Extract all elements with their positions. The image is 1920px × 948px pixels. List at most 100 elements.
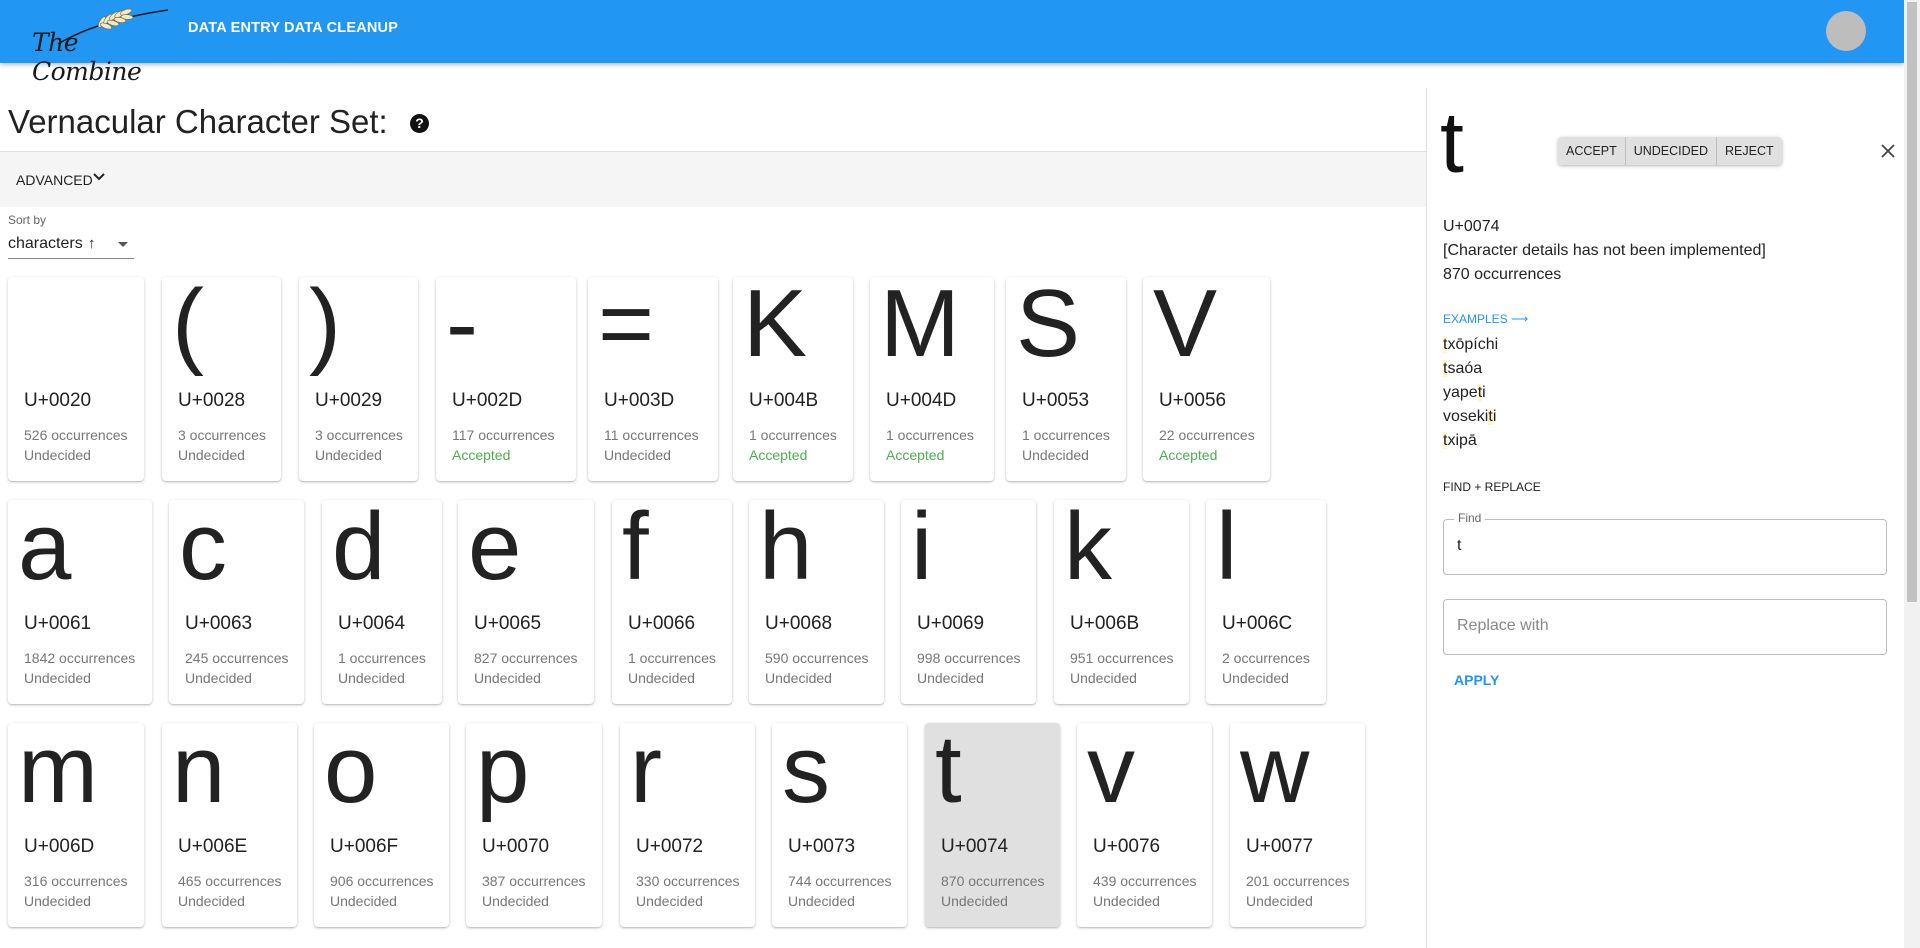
card-code: U+0066 (628, 613, 696, 634)
replace-input[interactable] (1457, 617, 1867, 635)
app-logo[interactable]: The Combine (28, 4, 176, 86)
card-status: Undecided (636, 893, 703, 909)
character-card[interactable]: m U+006D 316 occurrences Undecided (8, 723, 144, 927)
close-icon[interactable] (1880, 143, 1896, 159)
card-character: v (1087, 723, 1135, 823)
character-card[interactable]: S U+0053 1 occurrences Undecided (1006, 277, 1126, 481)
chevron-down-icon[interactable] (92, 170, 106, 184)
card-code: U+0053 (1022, 390, 1090, 411)
character-card[interactable]: p U+0070 387 occurrences Undecided (466, 723, 602, 927)
nav-data-entry[interactable]: DATA ENTRY (188, 20, 280, 36)
card-character: l (1216, 500, 1238, 600)
card-status: Undecided (628, 670, 695, 686)
advanced-panel: ADVANCED (0, 151, 1426, 207)
character-card[interactable]: t U+0074 870 occurrences Undecided (925, 723, 1060, 927)
find-replace-title: FIND + REPLACE (1443, 480, 1541, 494)
examples-link[interactable]: EXAMPLES ⟶ (1443, 312, 1528, 326)
character-card[interactable]: c U+0063 245 occurrences Undecided (169, 500, 304, 704)
character-card[interactable]: o U+006F 906 occurrences Undecided (314, 723, 449, 927)
character-card[interactable]: k U+006B 951 occurrences Undecided (1054, 500, 1189, 704)
sort-by-label: Sort by (8, 213, 47, 227)
card-status: Undecided (941, 893, 1008, 909)
user-avatar[interactable] (1826, 11, 1866, 51)
character-card[interactable]: n U+006E 465 occurrences Undecided (162, 723, 297, 927)
apply-button[interactable]: APPLY (1454, 672, 1499, 688)
card-occurrences: 1842 occurrences (24, 650, 136, 666)
card-character: a (18, 500, 72, 600)
card-occurrences: 387 occurrences (482, 873, 586, 889)
card-code: U+0029 (315, 390, 383, 411)
character-card[interactable]: a U+0061 1842 occurrences Undecided (8, 500, 152, 704)
undecided-button[interactable]: UNDECIDED (1625, 137, 1718, 165)
app-bar: The Combine DATA ENTRY DATA CLEANUP (0, 0, 1904, 86)
character-card[interactable]: = U+003D 11 occurrences Undecided (588, 277, 718, 481)
logo-text: The Combine (32, 28, 142, 86)
card-status: Undecided (1070, 670, 1137, 686)
replace-field (1443, 599, 1887, 655)
character-card[interactable]: l U+006C 2 occurrences Undecided (1206, 500, 1326, 704)
help-icon[interactable]: ? (410, 114, 429, 133)
card-status: Undecided (474, 670, 541, 686)
card-character: d (332, 500, 386, 600)
example-word: txōpíchi (1443, 336, 1499, 353)
card-occurrences: 1 occurrences (1022, 427, 1110, 443)
find-input[interactable] (1457, 537, 1867, 555)
character-card[interactable]: s U+0073 744 occurrences Undecided (772, 723, 907, 927)
card-occurrences: 2 occurrences (1222, 650, 1310, 666)
card-code: U+0069 (917, 613, 985, 634)
nav-data-cleanup[interactable]: DATA CLEANUP (284, 20, 398, 36)
scrollbar-thumb[interactable] (1907, 2, 1917, 602)
character-count: 870 occurrences (1443, 266, 1562, 283)
card-occurrences: 201 occurrences (1246, 873, 1350, 889)
card-code: U+0065 (474, 613, 542, 634)
card-code: U+004B (749, 390, 819, 411)
card-code: U+006B (1070, 613, 1140, 634)
card-status: Accepted (452, 447, 511, 463)
card-occurrences: 117 occurrences (452, 427, 555, 443)
character-card[interactable]: V U+0056 22 occurrences Accepted (1143, 277, 1270, 481)
character-card[interactable]: M U+004D 1 occurrences Accepted (870, 277, 994, 481)
character-card[interactable]: U+0020 526 occurrences Undecided (8, 277, 144, 481)
card-code: U+006E (178, 836, 248, 857)
card-character: S (1016, 277, 1081, 377)
card-status: Accepted (886, 447, 945, 463)
character-card[interactable]: d U+0064 1 occurrences Undecided (322, 500, 442, 704)
character-card[interactable]: v U+0076 439 occurrences Undecided (1077, 723, 1212, 927)
card-character: V (1153, 277, 1218, 377)
card-occurrences: 330 occurrences (636, 873, 740, 889)
card-code: U+0073 (788, 836, 856, 857)
example-highlight: t (1443, 360, 1448, 377)
character-card[interactable]: K U+004B 1 occurrences Accepted (733, 277, 853, 481)
accept-button[interactable]: ACCEPT (1558, 137, 1626, 165)
card-character: o (324, 723, 378, 823)
card-occurrences: 1 occurrences (338, 650, 426, 666)
character-card[interactable]: r U+0072 330 occurrences Undecided (620, 723, 755, 927)
character-card[interactable]: w U+0077 201 occurrences Undecided (1230, 723, 1365, 927)
character-card[interactable]: (U+0028 3 occurrences Undecided (162, 277, 281, 481)
reject-button[interactable]: REJECT (1717, 137, 1782, 165)
card-character: = (598, 277, 655, 377)
character-card[interactable]: i U+0069 998 occurrences Undecided (901, 500, 1036, 704)
advanced-toggle[interactable]: ADVANCED (16, 172, 93, 188)
character-card[interactable]: h U+0068 590 occurrences Undecided (749, 500, 884, 704)
sort-select[interactable]: characters ↑ (8, 232, 134, 259)
card-occurrences: 1 occurrences (628, 650, 716, 666)
character-card[interactable]: ) U+0029 3 occurrences Undecided (299, 277, 418, 481)
page-scrollbar[interactable] (1904, 0, 1920, 948)
card-code: U+006D (24, 836, 95, 857)
character-card[interactable]: e U+0065 827 occurrences Undecided (458, 500, 594, 704)
card-character: n (172, 723, 226, 823)
character-card[interactable]: - U+002D 117 occurrences Accepted (436, 277, 576, 481)
card-character: c (179, 500, 227, 600)
card-status: Undecided (1093, 893, 1160, 909)
card-character: k (1064, 500, 1112, 600)
example-highlight: t (1443, 432, 1448, 449)
card-code: U+0076 (1093, 836, 1161, 857)
card-code: U+0061 (24, 613, 92, 634)
card-status: Accepted (749, 447, 808, 463)
card-status: Undecided (604, 447, 671, 463)
character-card[interactable]: f U+0066 1 occurrences Undecided (612, 500, 732, 704)
card-status: Undecided (1222, 670, 1289, 686)
card-occurrences: 590 occurrences (765, 650, 869, 666)
card-status: Undecided (330, 893, 397, 909)
